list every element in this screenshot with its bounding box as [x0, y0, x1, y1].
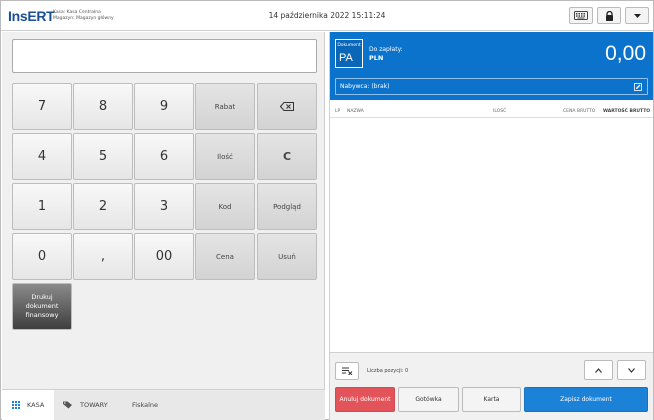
- document-type-box[interactable]: Dokument PA: [335, 39, 363, 68]
- tab-towary-label: TOWARY: [80, 401, 108, 409]
- cancel-document-button[interactable]: Anuluj dokument: [335, 387, 395, 412]
- items-table-header: LP NAZWA ILOŚĆ CENA BRUTTO WARTOŚĆ BRUTT…: [330, 108, 653, 118]
- preview-button[interactable]: Podgląd: [257, 183, 317, 230]
- discount-button[interactable]: Rabat: [195, 83, 255, 130]
- tab-kasa[interactable]: KASA: [2, 390, 54, 420]
- tab-fiskalne-label: Fiskalne: [132, 401, 159, 409]
- card-button[interactable]: Karta: [462, 387, 521, 412]
- key-7[interactable]: 7: [12, 83, 72, 130]
- clear-button[interactable]: C: [257, 133, 317, 180]
- key-0[interactable]: 0: [12, 233, 72, 280]
- caret-down-icon: [633, 13, 641, 18]
- tab-fiskalne[interactable]: Fiskalne: [132, 390, 172, 420]
- key-9[interactable]: 9: [134, 83, 194, 130]
- barcode-input[interactable]: [12, 39, 317, 73]
- move-down-button[interactable]: [617, 360, 646, 380]
- lock-button[interactable]: [597, 7, 621, 24]
- currency: PLN: [369, 54, 384, 62]
- to-pay-label: Do zapłaty:: [369, 46, 403, 53]
- col-quantity: ILOŚĆ: [493, 109, 507, 114]
- chevron-down-icon: [628, 367, 635, 373]
- key-1[interactable]: 1: [12, 183, 72, 230]
- keyboard-icon: [574, 11, 588, 20]
- menu-dropdown-button[interactable]: [625, 7, 649, 24]
- document-panel: Dokument PA Do zapłaty: PLN 0,00 Nabywca…: [329, 32, 653, 420]
- backspace-button[interactable]: [257, 83, 317, 130]
- items-list: [330, 119, 653, 352]
- key-3[interactable]: 3: [134, 183, 194, 230]
- document-footer: Liczba pozycji: 0 Anuluj dokument Gotówk…: [330, 352, 653, 420]
- col-gross-value: WARTOŚĆ BRUTTO: [603, 109, 651, 114]
- delete-button[interactable]: Usuń: [257, 233, 317, 280]
- document-header: Dokument PA Do zapłaty: PLN 0,00 Nabywca…: [330, 32, 653, 100]
- tab-kasa-label: KASA: [27, 401, 45, 409]
- total-amount: 0,00: [605, 42, 646, 65]
- clear-list-icon: [341, 367, 352, 375]
- move-up-button[interactable]: [584, 360, 613, 380]
- bottom-tabs: KASA TOWARY Fiskalne: [2, 389, 325, 420]
- chevron-up-icon: [595, 367, 602, 373]
- backspace-icon: [280, 102, 294, 111]
- edit-icon[interactable]: [634, 83, 642, 91]
- tags-icon: [63, 401, 72, 409]
- key-6[interactable]: 6: [134, 133, 194, 180]
- date-time: 14 października 2022 15:11:24: [268, 11, 386, 20]
- key-00[interactable]: 00: [134, 233, 194, 280]
- key-2[interactable]: 2: [73, 183, 133, 230]
- keyboard-button[interactable]: [569, 7, 593, 24]
- tab-towary[interactable]: TOWARY: [60, 390, 122, 420]
- col-gross-price: CENA BRUTTO: [563, 109, 596, 114]
- price-button[interactable]: Cena: [195, 233, 255, 280]
- key-5[interactable]: 5: [73, 133, 133, 180]
- key-8[interactable]: 8: [73, 83, 133, 130]
- cash-button[interactable]: Gotówka: [398, 387, 459, 412]
- grid-icon: [12, 401, 20, 409]
- key-4[interactable]: 4: [12, 133, 72, 180]
- col-lp: LP: [335, 109, 341, 114]
- code-button[interactable]: Kod: [195, 183, 255, 230]
- document-label: Dokument: [337, 43, 361, 48]
- print-financial-document-button[interactable]: Drukuj dokument finansowy: [12, 283, 72, 330]
- items-count: Liczba pozycji: 0: [367, 368, 409, 374]
- top-bar: InsERT Kasa: Kasa Centralna Magazyn: Mag…: [1, 1, 653, 31]
- save-document-button[interactable]: Zapisz dokument: [524, 387, 648, 412]
- buyer-field[interactable]: Nabywca: (brak): [335, 78, 648, 95]
- app-window: InsERT Kasa: Kasa Centralna Magazyn: Mag…: [0, 0, 654, 420]
- col-name: NAZWA: [347, 109, 364, 114]
- lock-icon: [605, 10, 613, 21]
- keypad-panel: 7 8 9 Rabat 4 5 6 Ilość C 1 2 3 Kod Podg…: [2, 32, 325, 389]
- key-comma[interactable]: ,: [73, 233, 133, 280]
- clear-items-button[interactable]: [335, 362, 359, 380]
- document-code: PA: [339, 52, 353, 64]
- quantity-button[interactable]: Ilość: [195, 133, 255, 180]
- buyer-label: Nabywca: (brak): [340, 83, 390, 90]
